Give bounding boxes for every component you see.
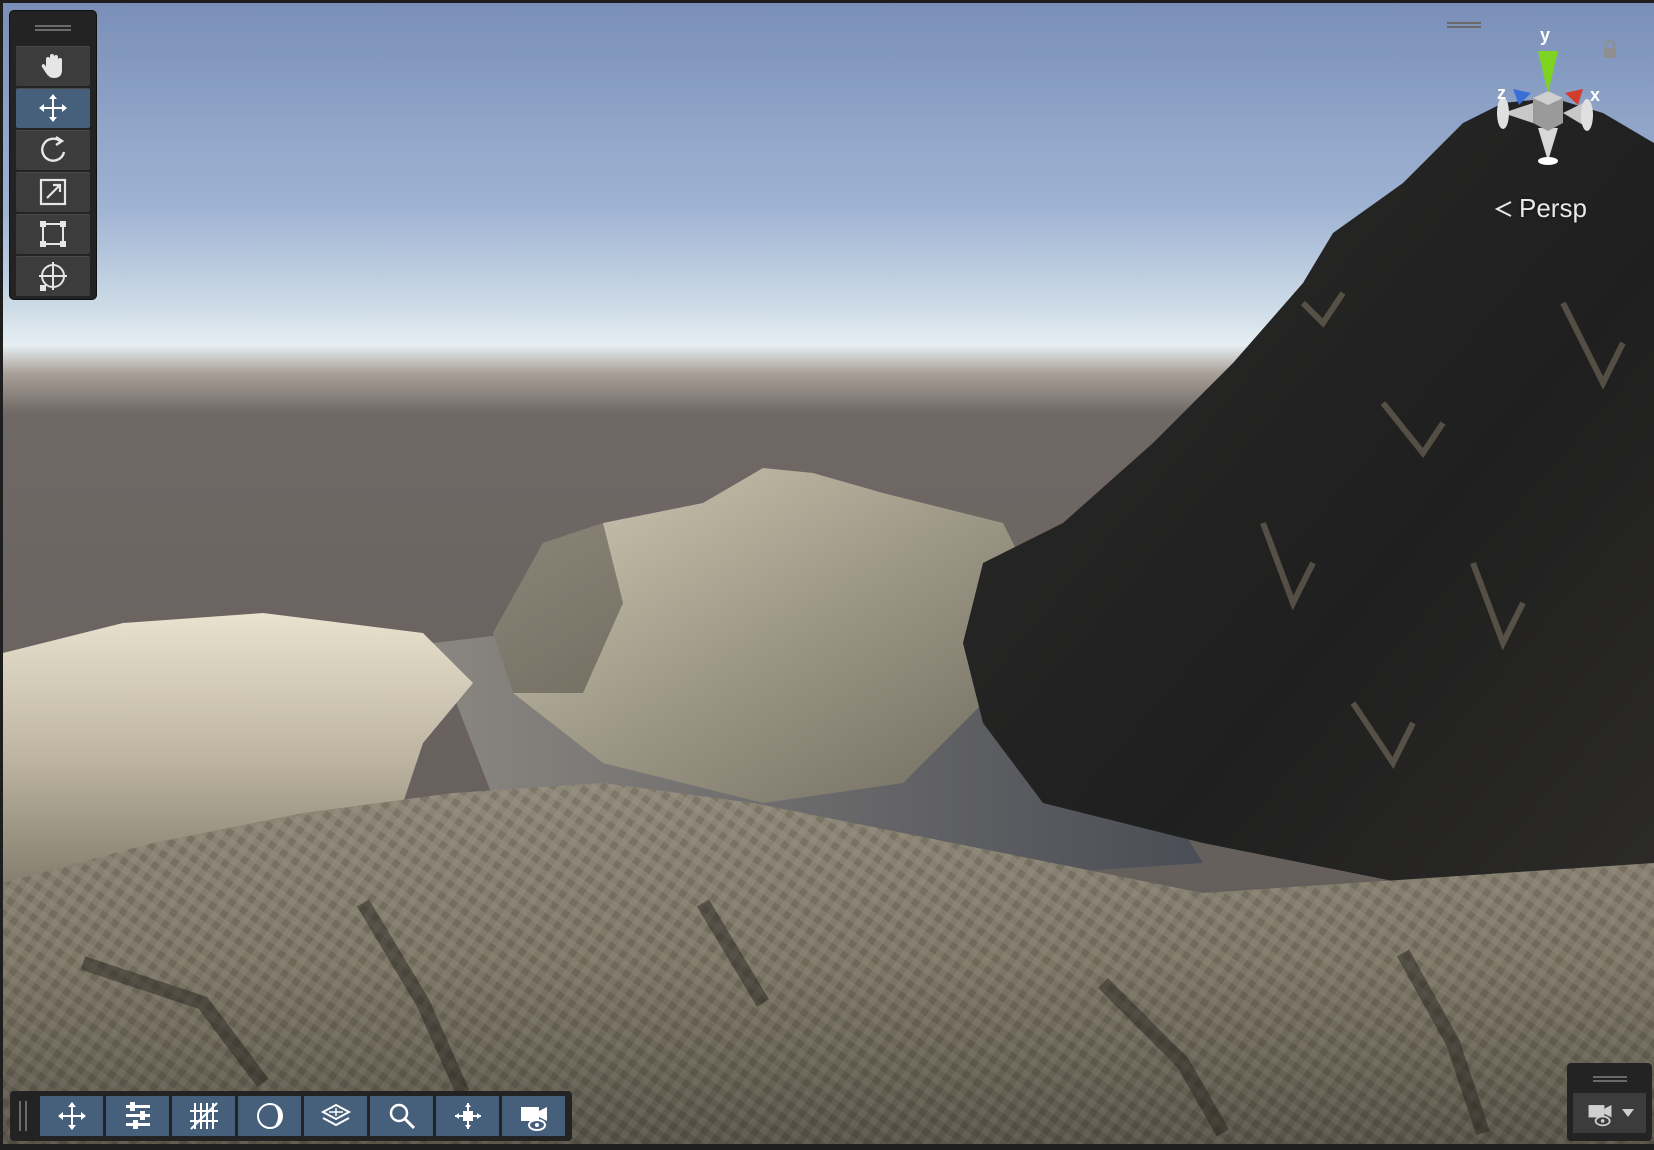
scene-camera-dropdown[interactable]: [1573, 1093, 1646, 1133]
overlay-camera-button[interactable]: [502, 1096, 565, 1136]
settings-sliders-icon: [125, 1102, 150, 1129]
shading-icon: [256, 1103, 283, 1129]
transform-icon: [39, 262, 67, 291]
hand-icon: [41, 54, 62, 78]
overlay-component-tools-button[interactable]: [436, 1096, 499, 1136]
scale-icon: [39, 178, 67, 206]
rotate-tool-button[interactable]: [16, 130, 90, 170]
rect-tool-button[interactable]: [16, 214, 90, 254]
axis-y-label: y: [1540, 25, 1551, 45]
projection-label: Persp: [1519, 193, 1587, 223]
camera-visibility-icon: [520, 1107, 547, 1131]
overlay-search-button[interactable]: [370, 1096, 433, 1136]
overlay-grid-button[interactable]: [172, 1096, 235, 1136]
overlay-layers-button[interactable]: [304, 1096, 367, 1136]
scene-viewport[interactable]: y x z Persp: [3, 3, 1654, 1144]
panel-drag-handle[interactable]: [35, 25, 71, 31]
scene-camera-icon: [1588, 1105, 1611, 1127]
layers-icon: [320, 1103, 351, 1127]
hand-tool-button[interactable]: [16, 46, 90, 86]
rect-transform-icon: [40, 221, 66, 247]
move-tool-button[interactable]: [16, 88, 90, 128]
search-icon: [389, 1103, 415, 1130]
camera-overlay-panel: [1567, 1063, 1652, 1141]
terrain-render: [3, 98, 1654, 1144]
axis-z-label: z: [1497, 83, 1506, 103]
chevron-down-icon: [1621, 1109, 1634, 1117]
scale-tool-button[interactable]: [16, 172, 90, 212]
overlay-shading-button[interactable]: [238, 1096, 301, 1136]
camera-panel-drag-handle[interactable]: [1593, 1076, 1627, 1082]
overlay-toolbar: [10, 1091, 572, 1141]
move-tool-icon: [57, 1102, 86, 1130]
component-tools-icon: [454, 1103, 481, 1129]
overlay-move-button[interactable]: [40, 1096, 103, 1136]
move-icon: [39, 94, 67, 122]
transform-tool-button[interactable]: [16, 256, 90, 296]
gizmo-drag-handle[interactable]: [1447, 22, 1481, 28]
grid-icon: [189, 1102, 218, 1130]
overlay-settings-button[interactable]: [106, 1096, 169, 1136]
chevron-left-icon: [1494, 200, 1512, 217]
toolbar-drag-handle[interactable]: [19, 1101, 27, 1131]
rotate-icon: [41, 136, 66, 162]
projection-toggle[interactable]: Persp: [1493, 193, 1587, 224]
transform-tools-panel: [10, 11, 96, 299]
axis-x-label: x: [1590, 85, 1601, 105]
